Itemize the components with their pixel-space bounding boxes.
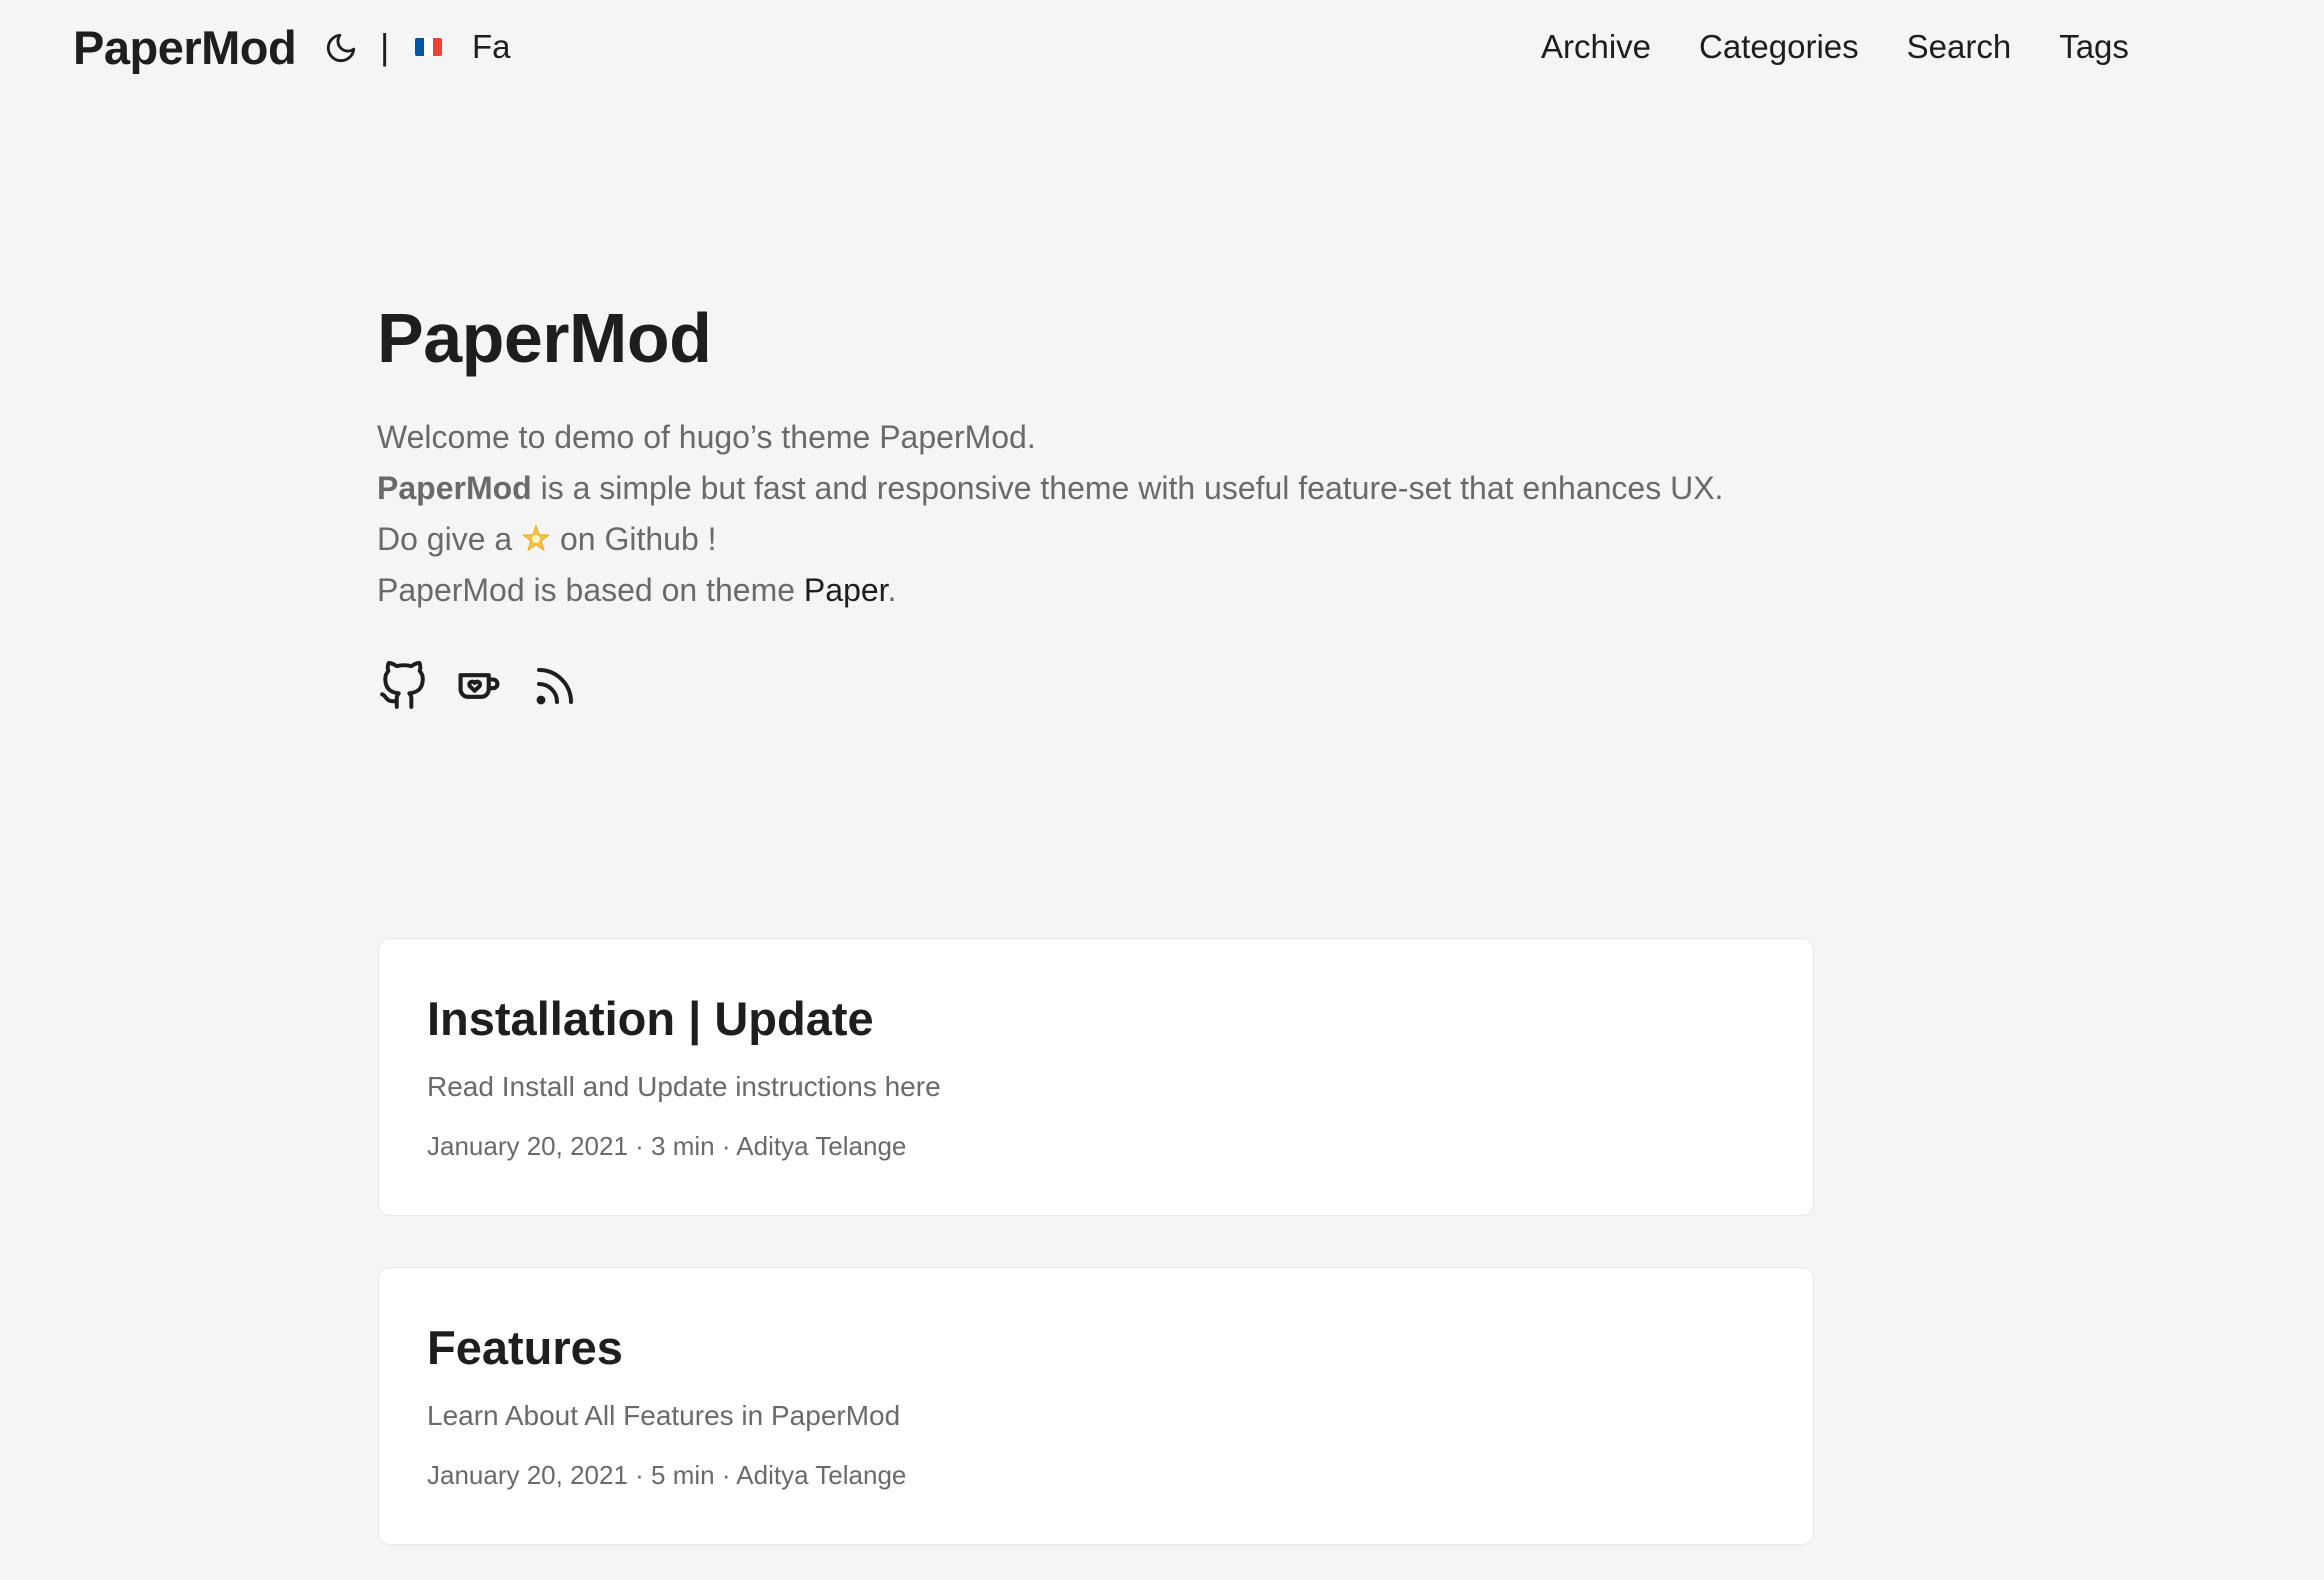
nav-search[interactable]: Search <box>1907 26 2012 68</box>
moon-icon[interactable] <box>322 29 360 67</box>
nav-tags[interactable]: Tags <box>2059 26 2129 68</box>
site-logo[interactable]: PaperMod <box>73 20 297 76</box>
post-title[interactable]: Features <box>427 1320 623 1376</box>
post-title[interactable]: Installation | Update <box>427 991 874 1047</box>
glowing-star-icon <box>521 518 551 552</box>
language-separator: | <box>380 26 390 67</box>
hero-line-4: PaperMod is based on theme Paper. <box>377 565 1817 616</box>
post-meta: January 20, 2021 · 3 min · Aditya Telang… <box>427 1131 907 1161</box>
kofi-cup-icon[interactable] <box>453 660 505 712</box>
france-flag-icon[interactable] <box>415 38 442 56</box>
post-summary: Read Install and Update instructions her… <box>427 1071 941 1102</box>
paper-theme-link[interactable]: Paper <box>804 572 888 608</box>
hero-line-1: Welcome to demo of hugo’s theme PaperMod… <box>377 419 1036 455</box>
site-header: PaperMod | Fa Archive Categories Search … <box>0 0 2324 96</box>
post-summary: Learn About All Features in PaperMod <box>427 1400 901 1431</box>
page: PaperMod | Fa Archive Categories Search … <box>0 0 2324 1580</box>
hero-line-4-post: . <box>887 572 897 608</box>
post-card[interactable]: Features Learn About All Features in Pap… <box>378 1267 1814 1545</box>
hero-line-4-pre: PaperMod is based on theme <box>377 572 804 608</box>
language-switch-fa[interactable]: Fa <box>472 26 511 68</box>
hero-line-2-text: is a simple but fast and responsive them… <box>531 470 1724 506</box>
social-icons <box>377 660 581 712</box>
hero-line-3-post: on Github ! <box>551 521 717 557</box>
github-icon[interactable] <box>377 660 429 712</box>
hero-line-3: Do give a on Github ! <box>377 514 1817 565</box>
nav-archive[interactable]: Archive <box>1541 26 1651 68</box>
rss-icon[interactable] <box>529 660 581 712</box>
hero-line-2: PaperMod is a simple but fast and respon… <box>377 463 1817 514</box>
hero-line-2-bold: PaperMod <box>377 470 532 506</box>
post-card[interactable]: Installation | Update Read Install and U… <box>378 938 1814 1216</box>
hero-title: PaperMod <box>377 299 712 377</box>
main-nav: Archive Categories Search Tags <box>1541 26 2129 68</box>
hero-description: Welcome to demo of hugo’s theme PaperMod… <box>377 412 1817 616</box>
hero-line-3-pre: Do give a <box>377 521 522 557</box>
post-meta: January 20, 2021 · 5 min · Aditya Telang… <box>427 1460 907 1490</box>
nav-categories[interactable]: Categories <box>1699 26 1859 68</box>
